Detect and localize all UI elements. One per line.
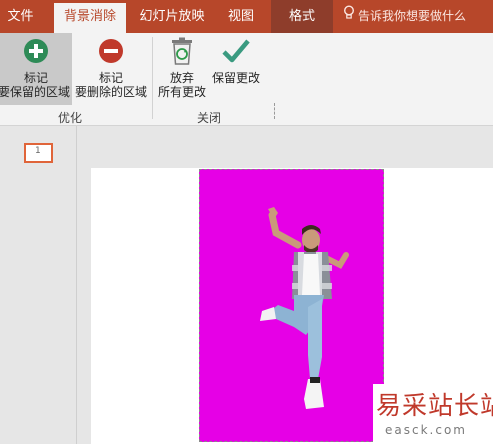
tab-view[interactable]: 视图	[217, 0, 265, 33]
mark-keep-line2: 要保留的区域	[0, 85, 70, 99]
mark-remove-line1: 标记	[98, 71, 123, 85]
keep-changes-button[interactable]: 保留更改	[210, 33, 262, 105]
minus-circle-icon	[73, 37, 149, 68]
tell-me-box[interactable]: 告诉我你想要做什么	[343, 0, 466, 33]
tab-background-removal[interactable]: 背景消除	[54, 3, 126, 33]
group-divider	[152, 37, 153, 119]
ribbon-tab-bar: 文件 背景消除 幻灯片放映 视图 格式 告诉我你想要做什么	[0, 0, 493, 33]
mark-remove-line2: 要删除的区域	[74, 85, 147, 99]
ribbon-group-separator	[264, 103, 275, 119]
slide-number: 1	[35, 146, 41, 156]
group-label-close: 关闭	[197, 111, 222, 125]
mark-areas-to-remove-button[interactable]: 标记 要删除的区域	[73, 33, 149, 105]
tab-format[interactable]: 格式	[271, 0, 333, 33]
mark-areas-to-keep-button[interactable]: 标记 要保留的区域	[0, 33, 72, 105]
checkmark-icon	[210, 37, 262, 68]
recycle-bin-icon	[156, 37, 208, 68]
slide-thumbnail[interactable]: 1	[24, 143, 53, 163]
watermark-domain: easck.com	[385, 423, 467, 437]
tab-slide-show[interactable]: 幻灯片放映	[131, 0, 213, 33]
mark-keep-line1: 标记	[23, 71, 48, 85]
discard-all-changes-button[interactable]: 放弃 所有更改	[156, 33, 208, 105]
person-image[interactable]	[236, 207, 356, 417]
discard-line1: 放弃	[169, 71, 194, 85]
keep-changes-label: 保留更改	[211, 71, 260, 85]
ribbon: 标记 要保留的区域 标记 要删除的区域 放弃 所有更改 保留更改 优化 关闭	[0, 33, 493, 126]
tab-file[interactable]: 文件	[0, 0, 41, 33]
group-label-refine: 优化	[58, 111, 83, 125]
lightbulb-icon	[343, 0, 355, 33]
discard-line2: 所有更改	[157, 85, 206, 99]
plus-circle-icon	[0, 37, 72, 68]
watermark-chinese: 易采站长站	[376, 391, 493, 420]
tell-me-text: 告诉我你想要做什么	[358, 9, 467, 23]
slide-thumbnails-pane: 1	[0, 126, 77, 444]
site-watermark: 易采站长站 easck.com	[373, 384, 493, 444]
